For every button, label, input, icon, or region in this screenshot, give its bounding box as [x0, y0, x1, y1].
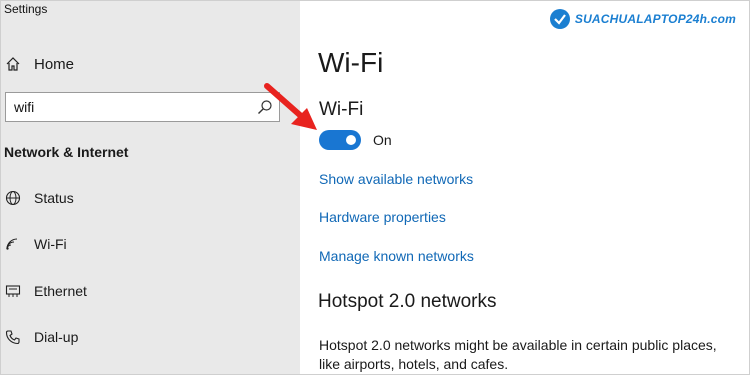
- window-frame: [0, 0, 750, 375]
